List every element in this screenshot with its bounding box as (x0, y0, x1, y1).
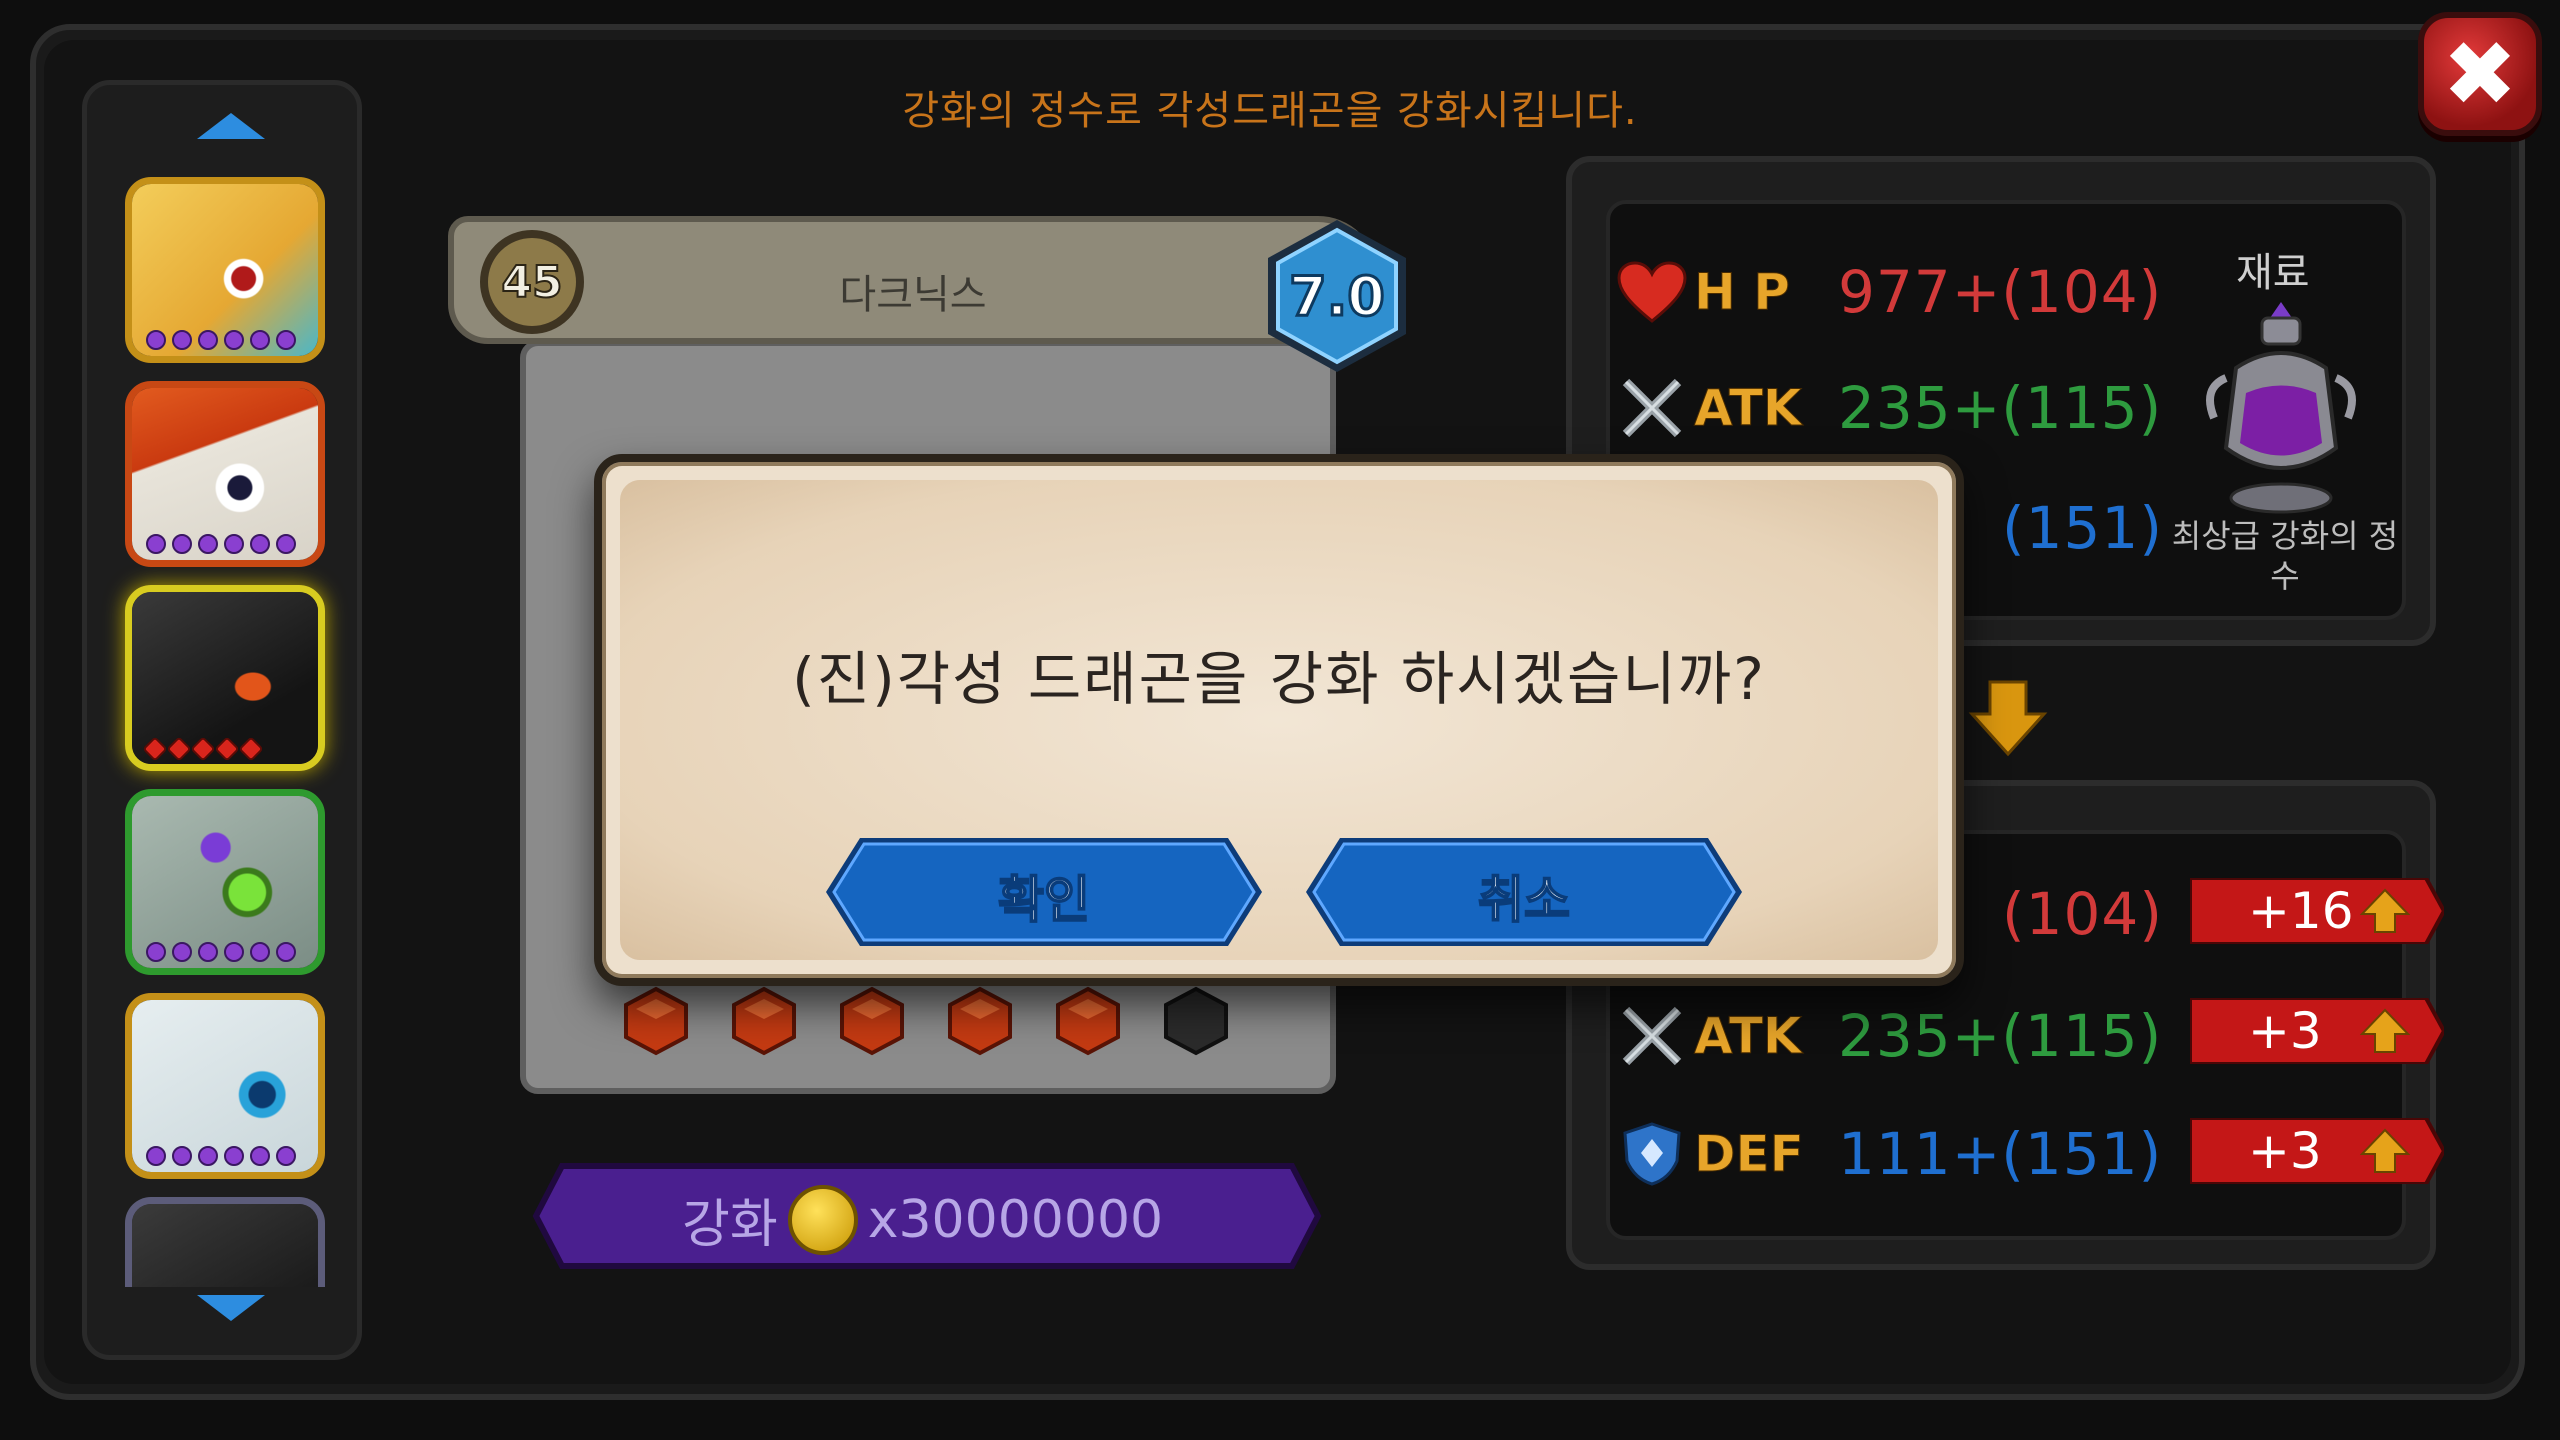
enhance-label: 강화 (682, 1195, 778, 1255)
stat-row-def-current: (151) (1978, 494, 2163, 562)
stat-value-hp: 977+(104) (1838, 258, 2163, 326)
close-button[interactable]: ✖ (2418, 12, 2542, 136)
confirm-label: 확인 (997, 870, 1091, 930)
up-arrow-icon (2360, 1128, 2410, 1173)
dragon-list-panel (82, 80, 362, 1360)
bonus-atk-value: +3 (2248, 1002, 2322, 1060)
potion-icon (2206, 302, 2356, 514)
shield-icon (1614, 1118, 1690, 1190)
dragon-portrait (132, 1204, 318, 1287)
stat-row-atk-next: ATK 235+(115) (1614, 1000, 2162, 1072)
stat-value-hp-next: (104) (2002, 880, 2163, 948)
stat-row-atk-current: ATK 235+(115) (1614, 372, 2162, 444)
down-arrow-icon (1968, 680, 2048, 757)
material-title: 재료 (2236, 250, 2310, 296)
heart-icon (1614, 256, 1690, 328)
game-screen: 강화의 정수로 각성드래곤을 강화시킵니다. ✖ 다크닉스 45 7.0 강화 … (0, 0, 2560, 1440)
scroll-down-arrow-icon[interactable] (197, 1295, 265, 1321)
stat-row-hp-next: (104) (1978, 880, 2163, 948)
stat-row-def-next: DEF 111+(151) (1614, 1118, 2162, 1190)
material-name: 최상급 강화의 정수 (2171, 517, 2399, 595)
grade-badge: 7.0 (1262, 216, 1412, 376)
stat-value-atk-next: 235+(115) (1838, 1002, 2163, 1070)
bonus-atk: +3 (2190, 998, 2444, 1064)
gem-filled-icon (840, 986, 904, 1056)
stat-value-def-next: 111+(151) (1838, 1120, 2163, 1188)
stat-label-hp: H P (1694, 263, 1791, 322)
stat-label-atk: ATK (1694, 379, 1803, 438)
dragon-thumb-dark-selected[interactable] (125, 585, 325, 771)
dragon-name: 다크닉스 (839, 272, 987, 318)
grade-value: 7.0 (1288, 263, 1387, 329)
gem-empty-icon (1164, 986, 1228, 1056)
cancel-button[interactable]: 취소 (1300, 832, 1748, 952)
gem-filled-icon (624, 986, 688, 1056)
stat-row-hp-current: H P 977+(104) (1614, 256, 2162, 328)
close-icon: ✖ (2442, 21, 2518, 127)
instruction-text: 강화의 정수로 각성드래곤을 강화시킵니다. (902, 88, 1638, 134)
scroll-up-arrow-icon[interactable] (197, 113, 265, 139)
crossed-swords-icon (1614, 1000, 1690, 1072)
dragon-thumb-white[interactable] (125, 993, 325, 1179)
gem-filled-icon (732, 986, 796, 1056)
dragon-thumb-partial[interactable] (125, 1197, 325, 1287)
star-rating (146, 1146, 296, 1166)
gem-slots (620, 985, 1232, 1057)
stat-label-atk-next: ATK (1694, 1007, 1803, 1066)
dragon-thumb-yellow[interactable] (125, 177, 325, 363)
level-badge: 45 (480, 230, 584, 334)
stat-label-def-next: DEF (1694, 1125, 1805, 1184)
confirm-button[interactable]: 확인 (820, 832, 1268, 952)
star-rating (146, 942, 296, 962)
gem-filled-icon (948, 986, 1012, 1056)
star-rating (146, 330, 296, 350)
cancel-label: 취소 (1477, 870, 1571, 930)
gem-filled-icon (1056, 986, 1120, 1056)
bonus-hp-value: +16 (2248, 882, 2354, 940)
enhance-cost: x30000000 (867, 1189, 1164, 1250)
dragon-thumb-green[interactable] (125, 789, 325, 975)
bonus-hp: +16 (2190, 878, 2444, 944)
up-arrow-icon (2360, 1008, 2410, 1053)
star-rating (146, 534, 296, 554)
confirm-dialog: (진)각성 드래곤을 강화 하시겠습니까? 확인 취소 (594, 454, 1964, 986)
bonus-def: +3 (2190, 1118, 2444, 1184)
star-rating (142, 736, 264, 762)
enhance-label-group: 강화 x30000000 (682, 1182, 1163, 1257)
dialog-message: (진)각성 드래곤을 강화 하시겠습니까? (792, 645, 1766, 713)
dragon-name-banner: 다크닉스 (448, 216, 1378, 344)
dragon-thumb-red[interactable] (125, 381, 325, 567)
stat-value-def: (151) (2002, 494, 2163, 562)
bonus-def-value: +3 (2248, 1122, 2322, 1180)
crossed-swords-icon (1614, 372, 1690, 444)
enhance-button[interactable]: 강화 x30000000 (532, 1160, 1322, 1272)
gold-coin-icon (787, 1184, 858, 1255)
stat-value-atk: 235+(115) (1838, 374, 2163, 442)
up-arrow-icon (2360, 888, 2410, 933)
